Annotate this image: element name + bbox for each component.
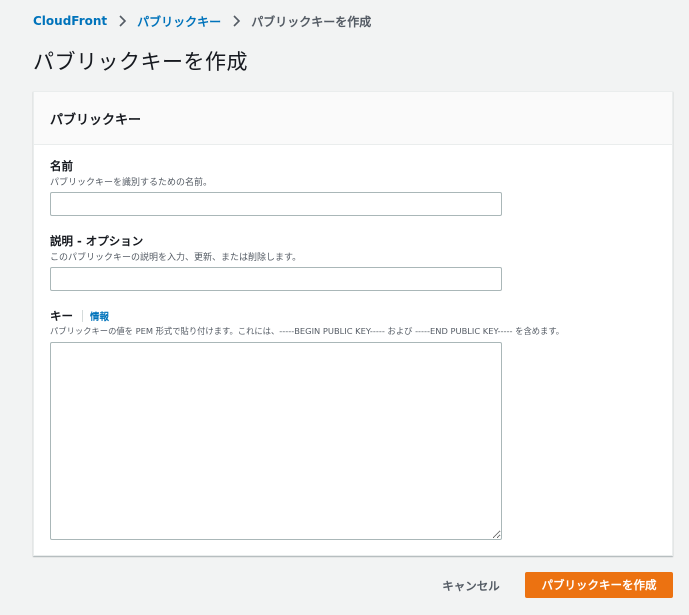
panel-title: パブリックキー	[50, 112, 142, 128]
page-title: パブリックキーを作成	[33, 50, 248, 74]
page: CloudFront パブリックキー パブリックキーを作成 パブリックキーを作成…	[0, 0, 689, 615]
info-link[interactable]: 情報	[90, 309, 109, 323]
cancel-button[interactable]: キャンセル	[430, 573, 512, 598]
description-field-group: 説明 - オプション このパブリックキーの説明を入力、更新、または削除します。	[50, 233, 502, 291]
breadcrumb-current: パブリックキーを作成	[251, 14, 372, 29]
label-divider	[82, 310, 83, 322]
key-field-group: キー 情報 パブリックキーの値を PEM 形式で貼り付けます。これには、----…	[50, 308, 564, 540]
description-description: このパブリックキーの説明を入力、更新、または削除します。	[50, 253, 302, 263]
breadcrumb-public-keys-link[interactable]: パブリックキー	[137, 13, 221, 30]
chevron-right-icon	[114, 13, 130, 29]
name-input[interactable]	[50, 192, 502, 216]
public-key-panel: パブリックキー 名前 パブリックキーを識別するための名前。 説明 - オプション…	[33, 91, 673, 556]
panel-header: パブリックキー	[34, 92, 672, 145]
key-textarea[interactable]	[50, 342, 502, 540]
chevron-right-icon	[228, 13, 244, 29]
description-label: 説明 - オプション	[50, 234, 144, 248]
breadcrumb: CloudFront パブリックキー パブリックキーを作成	[33, 13, 371, 29]
breadcrumb-cloudfront-link[interactable]: CloudFront	[33, 14, 107, 28]
key-label: キー	[50, 309, 73, 323]
name-field-group: 名前 パブリックキーを識別するための名前。	[50, 158, 502, 216]
key-label-row: キー 情報	[50, 308, 564, 324]
description-input[interactable]	[50, 267, 502, 291]
key-description: パブリックキーの値を PEM 形式で貼り付けます。これには、-----BEGIN…	[50, 326, 565, 336]
name-label: 名前	[50, 159, 73, 173]
name-description: パブリックキーを識別するための名前。	[50, 178, 213, 188]
create-public-key-button[interactable]: パブリックキーを作成	[525, 572, 673, 598]
